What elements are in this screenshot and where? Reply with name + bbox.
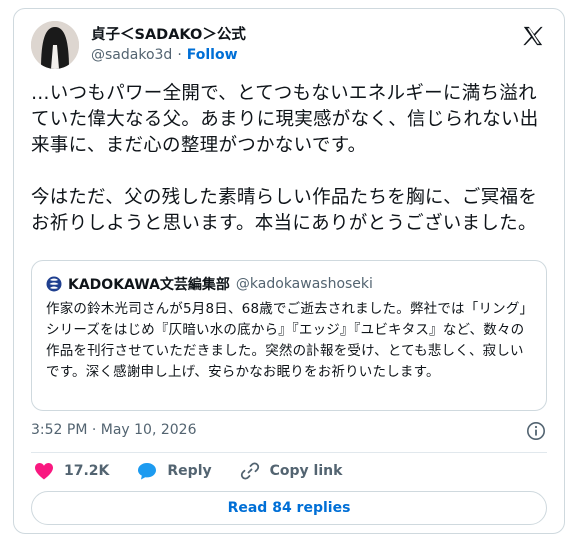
follow-button[interactable]: Follow bbox=[187, 47, 238, 63]
link-icon bbox=[240, 462, 259, 480]
kadokawa-logo-icon bbox=[46, 276, 62, 292]
copy-link-button[interactable]: Copy link bbox=[240, 461, 343, 481]
like-count: 17.2K bbox=[64, 463, 110, 479]
reply-button[interactable]: Reply bbox=[137, 462, 212, 480]
tweet-timestamp[interactable]: 3:52 PM · May 10, 2026 bbox=[31, 422, 197, 438]
like-button[interactable]: 17.2K bbox=[34, 462, 109, 480]
read-replies-button[interactable]: Read 84 replies bbox=[31, 491, 547, 525]
x-logo-icon[interactable] bbox=[522, 25, 544, 47]
info-icon[interactable] bbox=[526, 421, 546, 441]
tweet-card: 貞子＜SADAKO＞公式 @sadako3d · Follow …いつもパワー全… bbox=[13, 8, 565, 534]
author-handle[interactable]: @sadako3d bbox=[91, 47, 172, 63]
tweet-text: …いつもパワー全開で、とてつもないエネルギーに満ち溢れていた偉大なる父。あまりに… bbox=[31, 83, 539, 234]
action-bar: 17.2K Reply Copy link bbox=[34, 461, 370, 481]
separator-dot: · bbox=[177, 47, 182, 63]
reply-label: Reply bbox=[167, 463, 212, 479]
avatar[interactable] bbox=[31, 21, 79, 69]
quoted-tweet-text: 作家の鈴木光司さんが5月8日、68歳でご逝去されました。弊社では「リング」シリー… bbox=[46, 301, 534, 380]
author-name-row: 貞子＜SADAKO＞公式 bbox=[91, 23, 246, 43]
author-display-name[interactable]: 貞子＜SADAKO＞公式 bbox=[91, 23, 246, 44]
quoted-tweet[interactable]: KADOKAWA文芸編集部 @kadokawashoseki 作家の鈴木光司さん… bbox=[31, 260, 547, 411]
read-replies-label: Read 84 replies bbox=[227, 500, 351, 516]
quoted-tweet-header: KADOKAWA文芸編集部 @kadokawashoseki bbox=[46, 274, 373, 294]
quoted-display-name: KADOKAWA文芸編集部 bbox=[68, 277, 230, 293]
copy-link-label: Copy link bbox=[269, 463, 343, 479]
quoted-handle: @kadokawashoseki bbox=[235, 276, 373, 292]
author-handle-row: @sadako3d · Follow bbox=[91, 47, 238, 63]
reply-bubble-icon bbox=[138, 463, 157, 480]
divider bbox=[31, 452, 547, 453]
heart-icon bbox=[35, 463, 53, 480]
